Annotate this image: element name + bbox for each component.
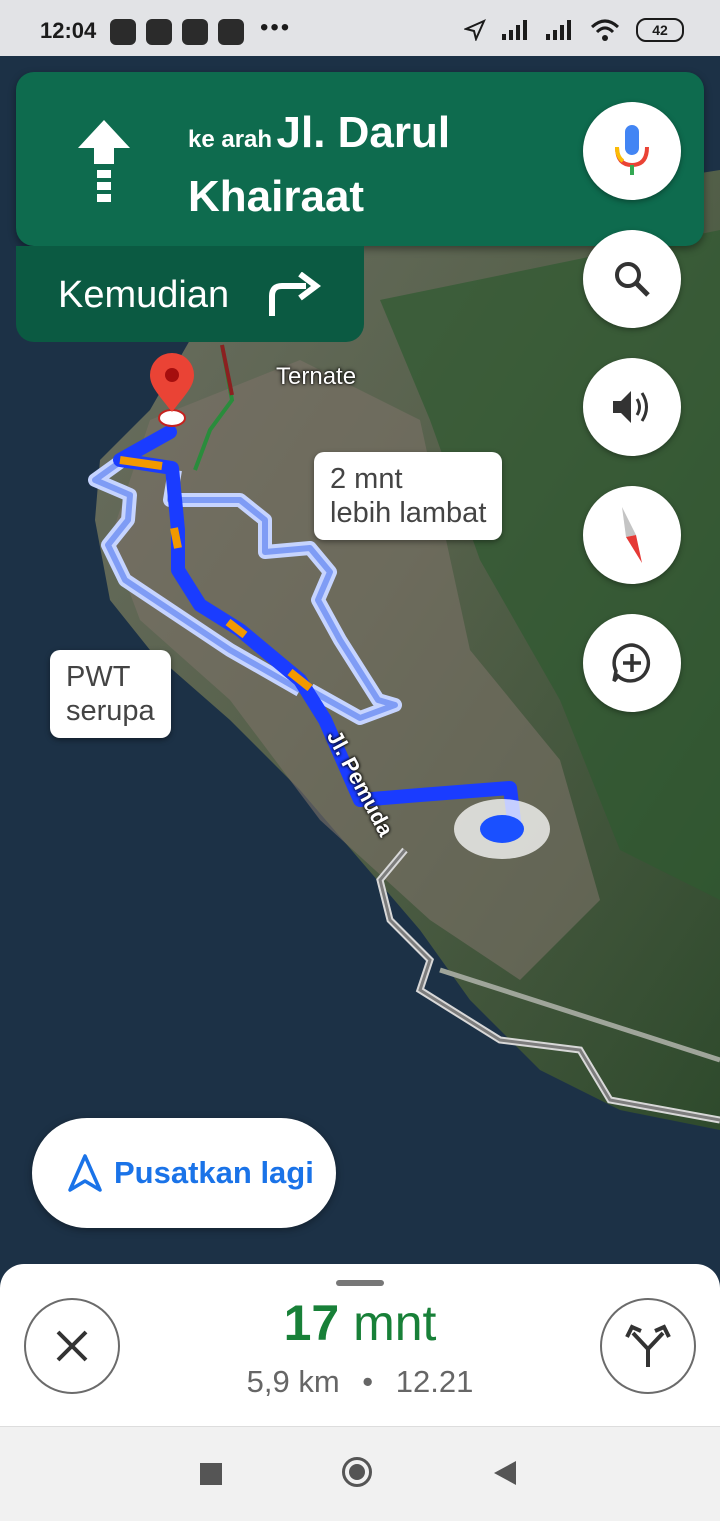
notification-icon — [218, 19, 244, 45]
turn-right-icon — [269, 272, 321, 316]
info-separator: • — [362, 1364, 374, 1399]
more-notifications-icon: ••• — [260, 14, 292, 41]
trip-distance: 5,9 km — [246, 1364, 340, 1399]
signal-icon — [546, 20, 571, 40]
destination-dot — [158, 409, 186, 427]
add-report-button[interactable] — [583, 614, 681, 712]
current-location-dot — [480, 815, 524, 843]
notification-icon — [110, 19, 136, 45]
banner-instruction: ke arah Jl. Darul Khairaat — [188, 106, 588, 224]
voice-search-button[interactable] — [583, 102, 681, 200]
callout-line: serupa — [66, 695, 155, 727]
place-label: Ternate — [276, 363, 357, 390]
callout-line: lebih lambat — [330, 497, 487, 529]
signal-icon — [502, 20, 527, 40]
alt-routes-icon — [625, 1324, 671, 1367]
volume-icon — [613, 391, 648, 423]
eta-value: 17 — [283, 1295, 340, 1351]
banner-street-line1: Jl. Darul — [276, 108, 451, 157]
status-bar: 12:04 ••• 42 — [0, 0, 720, 56]
status-icons: 42 — [464, 18, 684, 42]
add-report-icon — [612, 643, 651, 683]
sound-button[interactable] — [583, 358, 681, 456]
search-button[interactable] — [583, 230, 681, 328]
banner-street-line2: Khairaat — [188, 172, 365, 221]
next-step-box[interactable]: Kemudian — [16, 246, 364, 342]
navigation-arrow-icon — [68, 1154, 102, 1192]
eta-unit: mnt — [339, 1295, 437, 1351]
sheet-drag-handle[interactable] — [336, 1280, 384, 1286]
route-callout-slower[interactable]: 2 mnt lebih lambat — [314, 452, 503, 540]
wifi-icon — [590, 19, 620, 41]
notification-icon — [182, 19, 208, 45]
trip-bottom-sheet[interactable]: 17 mnt 5,9 km • 12.21 — [0, 1264, 720, 1426]
compass-icon — [622, 507, 642, 563]
search-icon — [615, 262, 650, 297]
battery-icon: 42 — [636, 18, 684, 42]
location-icon — [464, 19, 486, 41]
callout-line: 2 mnt — [330, 463, 403, 495]
home-button[interactable] — [342, 1457, 372, 1487]
notification-icon — [146, 19, 172, 45]
compass-button[interactable] — [583, 486, 681, 584]
arrival-time: 12.21 — [395, 1364, 474, 1399]
mic-icon — [615, 125, 649, 175]
recenter-button[interactable]: Pusatkan lagi — [32, 1118, 336, 1228]
next-step-label: Kemudian — [58, 274, 230, 316]
banner-prefix: ke arah — [188, 126, 273, 153]
recents-button[interactable] — [200, 1463, 222, 1485]
route-callout-similar[interactable]: PWT serupa — [50, 650, 171, 738]
alternative-routes-button[interactable] — [600, 1298, 696, 1394]
callout-line: PWT — [66, 661, 131, 693]
status-time: 12:04 — [40, 18, 97, 43]
back-button[interactable] — [494, 1461, 516, 1485]
recenter-label: Pusatkan lagi — [114, 1155, 314, 1190]
system-nav-bar — [0, 1426, 720, 1521]
straight-arrow-icon — [78, 120, 130, 202]
